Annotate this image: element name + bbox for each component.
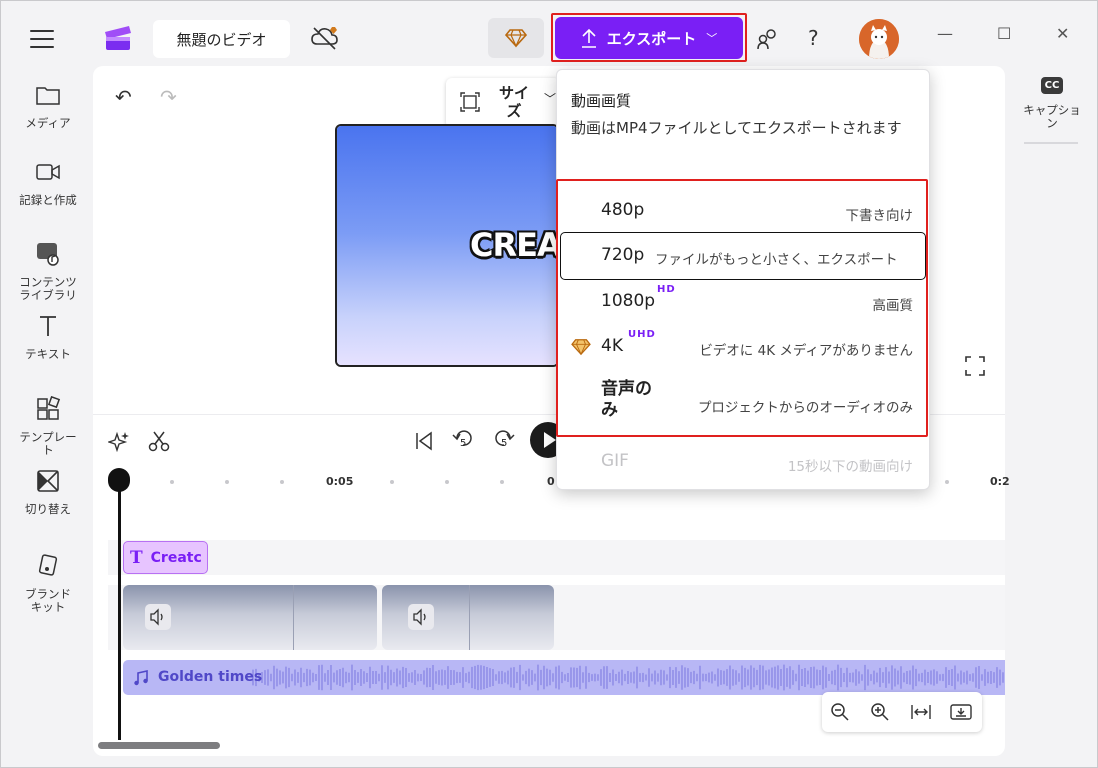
clipchamp-logo-icon xyxy=(105,26,131,50)
video-title-field[interactable]: 無題のビデオ xyxy=(153,20,290,58)
ruler-label: 0 xyxy=(547,475,555,488)
avatar-image-icon xyxy=(859,19,899,59)
option-gif-desc: 15秒以下の動画向け xyxy=(787,459,913,475)
text-track xyxy=(108,540,1005,575)
scissors-icon[interactable] xyxy=(148,430,170,452)
forward-5-icon[interactable]: 5 xyxy=(493,430,519,452)
minimize-button[interactable]: — xyxy=(937,24,953,43)
sidebar-label: テキスト xyxy=(25,347,71,361)
close-button[interactable]: ✕ xyxy=(1056,24,1069,43)
chevron-down-icon: ﹀ xyxy=(544,92,557,106)
avatar[interactable] xyxy=(859,19,899,59)
help-icon[interactable]: ? xyxy=(808,26,819,50)
cloud-sync-off-icon[interactable] xyxy=(310,25,340,51)
video-clip[interactable] xyxy=(123,585,377,650)
collaborate-icon[interactable] xyxy=(756,27,780,51)
ruler-label: 0:2 xyxy=(990,475,1010,488)
video-clip[interactable] xyxy=(382,585,554,650)
volume-icon[interactable] xyxy=(408,604,434,630)
sidebar-item-text[interactable]: テキスト xyxy=(4,313,92,361)
sidebar-label: 記録と作成 xyxy=(19,193,77,207)
captions-icon[interactable]: CC xyxy=(1041,77,1063,94)
premium-button[interactable] xyxy=(488,18,544,58)
text-clip-icon: T xyxy=(130,547,143,568)
zoom-toolbar xyxy=(822,692,982,732)
fit-timeline-icon[interactable] xyxy=(950,702,972,722)
ruler-tick xyxy=(390,480,394,484)
brand-kit-icon xyxy=(38,554,58,576)
text-clip[interactable]: T Creatc xyxy=(123,541,208,574)
sidebar-label: コンテンツ ライブラリ xyxy=(19,275,77,302)
fullscreen-icon[interactable] xyxy=(965,356,985,376)
text-clip-label: Creatc xyxy=(150,549,202,566)
diamond-icon xyxy=(505,29,527,48)
sidebar-label: テンプレー ト xyxy=(19,430,77,457)
quality-options-highlight xyxy=(556,179,928,437)
rewind-seconds: 5 xyxy=(460,438,467,449)
ruler-tick xyxy=(945,480,949,484)
music-note-icon xyxy=(133,670,149,686)
menu-icon[interactable] xyxy=(30,30,54,48)
template-icon xyxy=(37,395,61,420)
ruler-tick xyxy=(280,480,284,484)
export-highlight-frame xyxy=(551,13,747,62)
skip-to-start-icon[interactable] xyxy=(413,430,435,452)
text-icon xyxy=(40,316,56,336)
captions-label: キャプショ ン xyxy=(1023,103,1081,130)
content-library-icon xyxy=(37,243,59,266)
sidebar-item-transitions[interactable]: 切り替え xyxy=(4,468,92,516)
captions-divider xyxy=(1024,142,1078,144)
aspect-ratio-icon xyxy=(460,92,480,112)
sidebar-item-record[interactable]: 記録と作成 xyxy=(4,159,92,207)
option-gif[interactable]: GIF xyxy=(601,451,629,471)
rewind-5-icon[interactable]: 5 xyxy=(452,430,478,452)
sidebar-label: ブランド キット xyxy=(25,587,71,614)
camera-icon xyxy=(36,164,60,180)
sidebar-item-brand-kit[interactable]: ブランド キット xyxy=(4,540,92,627)
sidebar-item-templates[interactable]: テンプレー ト xyxy=(4,383,92,470)
ruler-tick xyxy=(225,480,229,484)
volume-icon[interactable] xyxy=(145,604,171,630)
sidebar-label: 切り替え xyxy=(25,502,71,516)
ruler-tick xyxy=(445,480,449,484)
maximize-button[interactable]: ☐ xyxy=(997,24,1011,43)
size-label: サイ ズ xyxy=(498,84,529,120)
fit-width-icon[interactable] xyxy=(910,702,932,722)
ruler-tick xyxy=(500,480,504,484)
undo-icon[interactable]: ↶ xyxy=(115,85,132,109)
ruler-tick xyxy=(170,480,174,484)
redo-icon[interactable]: ↷ xyxy=(160,85,177,109)
playhead[interactable] xyxy=(118,484,121,740)
forward-seconds: 5 xyxy=(501,438,508,449)
menu-title: 動画画質 xyxy=(571,92,632,110)
zoom-in-icon[interactable] xyxy=(870,702,890,722)
playhead-handle[interactable] xyxy=(108,468,130,492)
transition-icon xyxy=(37,470,59,492)
ruler-label: 0:05 xyxy=(326,475,354,488)
zoom-out-icon[interactable] xyxy=(830,702,850,722)
folder-icon xyxy=(36,87,60,105)
magic-sparkle-icon[interactable] xyxy=(108,430,130,452)
sidebar-label: メディア xyxy=(25,116,71,130)
audio-clip-label: Golden times xyxy=(158,669,263,685)
sidebar-item-content-library[interactable]: コンテンツ ライブラリ xyxy=(4,228,92,315)
menu-description: 動画はMP4ファイルとしてエクスポートされます xyxy=(571,119,902,137)
sidebar-item-media[interactable]: メディア xyxy=(4,82,92,130)
timeline-scrollbar[interactable] xyxy=(98,742,220,749)
